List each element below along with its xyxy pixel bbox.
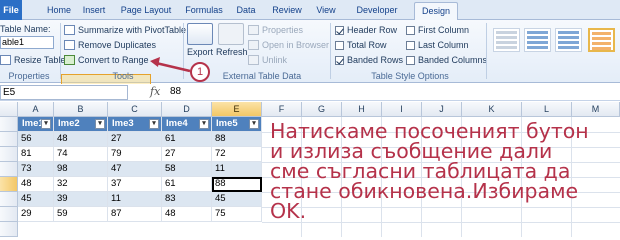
table-cell[interactable]: 98 bbox=[54, 162, 108, 177]
column-header[interactable]: C bbox=[108, 102, 162, 117]
table-cell[interactable]: 11 bbox=[212, 162, 262, 177]
formula-bar: E5 fx 88 bbox=[0, 84, 620, 101]
note-line: стане обикновена.Избираме OK. bbox=[270, 179, 579, 223]
table-cell[interactable]: 45 bbox=[212, 192, 262, 207]
table-cell[interactable]: 37 bbox=[108, 177, 162, 192]
table-cell[interactable]: 87 bbox=[108, 207, 162, 222]
table-cell[interactable]: 81 bbox=[18, 147, 54, 162]
column-header[interactable]: E bbox=[212, 102, 262, 117]
instruction-note: Натискаме посоченият бутон и излиза съоб… bbox=[270, 119, 620, 223]
table-cell[interactable]: 48 bbox=[162, 207, 212, 222]
row-header[interactable] bbox=[0, 147, 18, 162]
column-header[interactable]: G bbox=[302, 102, 342, 117]
row-header[interactable] bbox=[0, 117, 18, 132]
table-cell[interactable]: 88 bbox=[212, 177, 262, 192]
note-line: и излиза съобщение дали bbox=[270, 139, 553, 163]
step-badge: 1 bbox=[190, 62, 210, 82]
table-cell[interactable]: 74 bbox=[54, 147, 108, 162]
table-cell[interactable]: 48 bbox=[54, 132, 108, 147]
column-header[interactable]: D bbox=[162, 102, 212, 117]
column-header[interactable]: L bbox=[522, 102, 572, 117]
row-header[interactable] bbox=[0, 207, 18, 222]
name-box[interactable]: E5 bbox=[0, 85, 128, 100]
table-cell[interactable]: 45 bbox=[18, 192, 54, 207]
table-header-cell[interactable]: Ime4 ▾ bbox=[162, 117, 212, 132]
formula-value[interactable]: 88 bbox=[170, 86, 181, 97]
table-cell[interactable]: 39 bbox=[54, 192, 108, 207]
column-header[interactable]: K bbox=[462, 102, 522, 117]
column-header[interactable]: B bbox=[54, 102, 108, 117]
table-cell[interactable]: 88 bbox=[212, 132, 262, 147]
table-cell[interactable]: 72 bbox=[212, 147, 262, 162]
note-line: сме съгласни таблицата да bbox=[270, 159, 571, 183]
table-cell[interactable]: 59 bbox=[54, 207, 108, 222]
filter-dropdown-icon[interactable]: ▾ bbox=[95, 119, 105, 129]
row-header[interactable] bbox=[0, 192, 18, 207]
table-cell[interactable]: 61 bbox=[162, 177, 212, 192]
filter-dropdown-icon[interactable]: ▾ bbox=[41, 119, 51, 129]
table-cell[interactable]: 79 bbox=[108, 147, 162, 162]
column-header[interactable]: I bbox=[382, 102, 422, 117]
filter-dropdown-icon[interactable]: ▾ bbox=[149, 119, 159, 129]
table-cell[interactable]: 58 bbox=[162, 162, 212, 177]
table-cell[interactable]: 47 bbox=[108, 162, 162, 177]
select-all-corner[interactable] bbox=[0, 102, 18, 117]
column-header[interactable]: M bbox=[572, 102, 620, 117]
table-header-cell[interactable]: Ime2 ▾ bbox=[54, 117, 108, 132]
table-header-cell[interactable]: Ime5 ▾ bbox=[212, 117, 262, 132]
table-cell[interactable]: 83 bbox=[162, 192, 212, 207]
table-cell[interactable]: 11 bbox=[108, 192, 162, 207]
table-cell[interactable]: 61 bbox=[162, 132, 212, 147]
table-cell[interactable]: 27 bbox=[162, 147, 212, 162]
filter-dropdown-icon[interactable]: ▾ bbox=[249, 119, 259, 129]
note-line: Натискаме посоченият бутон bbox=[270, 119, 589, 143]
row-header[interactable] bbox=[0, 162, 18, 177]
column-header[interactable]: F bbox=[262, 102, 302, 117]
row-header[interactable] bbox=[0, 132, 18, 147]
column-header[interactable]: H bbox=[342, 102, 382, 117]
table-header-cell[interactable]: Ime3 ▾ bbox=[108, 117, 162, 132]
table-cell[interactable]: 32 bbox=[54, 177, 108, 192]
table-header-cell[interactable]: Ime1 ▾ bbox=[18, 117, 54, 132]
table-cell[interactable]: 29 bbox=[18, 207, 54, 222]
row-header[interactable] bbox=[0, 222, 18, 237]
table-cell[interactable]: 75 bbox=[212, 207, 262, 222]
fx-icon[interactable]: fx bbox=[150, 85, 160, 98]
filter-dropdown-icon[interactable]: ▾ bbox=[199, 119, 209, 129]
table-cell[interactable]: 73 bbox=[18, 162, 54, 177]
table-cell[interactable]: 56 bbox=[18, 132, 54, 147]
column-header[interactable]: J bbox=[422, 102, 462, 117]
table-cell[interactable]: 48 bbox=[18, 177, 54, 192]
column-header[interactable]: A bbox=[18, 102, 54, 117]
table-cell[interactable]: 27 bbox=[108, 132, 162, 147]
row-header[interactable] bbox=[0, 177, 18, 192]
